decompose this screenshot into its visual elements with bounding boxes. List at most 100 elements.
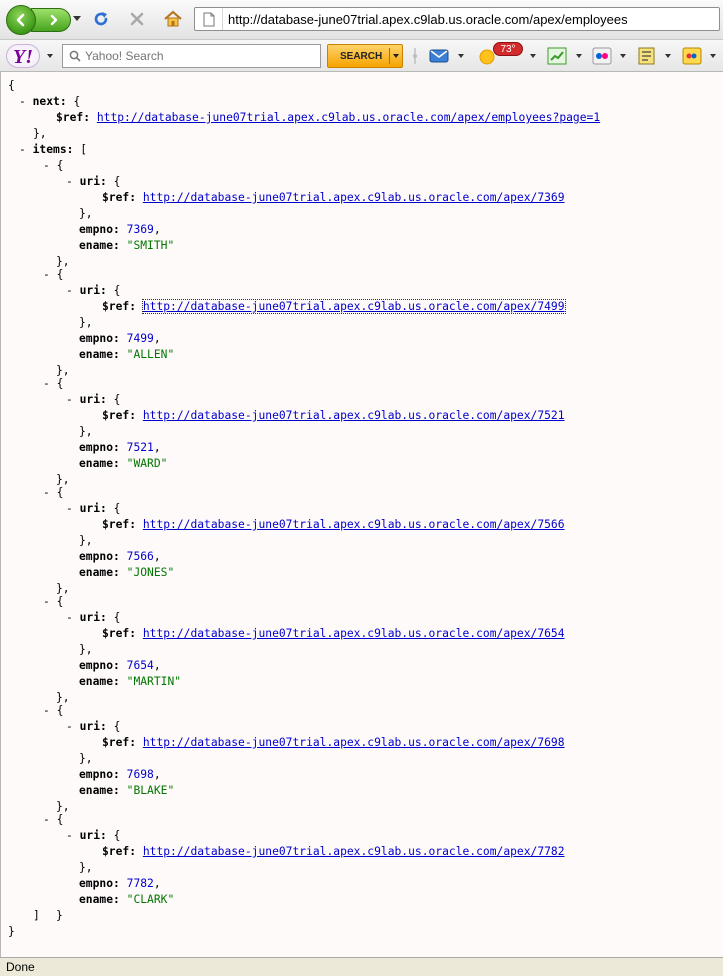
forward-button[interactable] [31,8,71,32]
json-key-ename: ename [79,566,114,579]
json-key-ename: ename [79,784,114,797]
employee-uri-link[interactable]: http://database-june07trial.apex.c9lab.u… [143,627,565,640]
json-key-empno: empno [79,332,114,345]
json-item-line: empno: 7566, [79,550,161,563]
empno-value: 7566 [126,550,154,563]
employee-uri-link[interactable]: http://database-june07trial.apex.c9lab.u… [141,299,566,314]
json-item-line: ename: "MARTIN" [79,675,182,688]
answers-dropdown[interactable] [665,54,671,58]
json-item-line: - uri: { [66,611,121,624]
next-page-link[interactable]: http://database-june07trial.apex.c9lab.u… [97,111,600,124]
search-icon [69,50,81,62]
employee-uri-link[interactable]: http://database-june07trial.apex.c9lab.u… [143,518,565,531]
json-next-ref-row: $ref: http://database-june07trial.apex.c… [56,111,601,124]
collapse-toggle[interactable]: - [66,175,73,188]
flickr-dropdown[interactable] [620,54,626,58]
yahoo-search-button[interactable]: SEARCH [327,44,403,68]
json-item-line: - { [43,704,64,717]
json-key-ref: $ref [102,627,130,640]
json-items-row: - items: [ [19,143,88,156]
collapse-toggle[interactable]: - [66,720,73,733]
json-item-line: ename: "ALLEN" [79,348,175,361]
home-icon [164,10,182,27]
json-item-line: - { [43,813,64,826]
collapse-toggle[interactable]: - [43,159,50,172]
finance-dropdown[interactable] [576,54,582,58]
json-key-empno: empno [79,550,114,563]
address-bar[interactable]: http://database-june07trial.apex.c9lab.u… [194,7,720,31]
collapse-toggle[interactable]: - [66,502,73,515]
json-items-close: ] [33,909,40,922]
json-item-line: ename: "SMITH" [79,239,175,252]
employee-uri-link[interactable]: http://database-june07trial.apex.c9lab.u… [143,845,565,858]
search-options-dropdown[interactable] [393,54,399,58]
ename-value: "BLAKE" [126,784,175,797]
ebay-button[interactable] [681,45,703,67]
collapse-toggle[interactable]: - [19,95,26,108]
stop-button[interactable] [126,8,148,30]
employee-uri-link[interactable]: http://database-june07trial.apex.c9lab.u… [143,736,565,749]
json-item-line: - uri: { [66,393,121,406]
yahoo-menu-dropdown[interactable] [47,54,53,58]
reload-button[interactable] [90,8,112,30]
employee-uri-link[interactable]: http://database-june07trial.apex.c9lab.u… [143,191,565,204]
collapse-toggle[interactable]: - [43,486,50,499]
yahoo-toolbar: Y! SEARCH 73° [0,40,723,72]
json-key-ename: ename [79,348,114,361]
back-button[interactable] [6,5,36,35]
json-key-ename: ename [79,893,114,906]
json-item-line: ename: "CLARK" [79,893,175,906]
json-key-uri: uri [79,175,101,188]
collapse-toggle[interactable]: - [43,813,50,826]
collapse-toggle[interactable]: - [66,284,73,297]
history-dropdown[interactable] [72,14,82,24]
collapse-toggle[interactable]: - [66,829,73,842]
json-key-uri: uri [79,611,101,624]
json-key-uri: uri [79,502,101,515]
empno-value: 7521 [126,441,154,454]
json-item-line: }, [79,207,93,220]
yahoo-logo-icon[interactable]: Y! [6,44,40,68]
employee-uri-link[interactable]: http://database-june07trial.apex.c9lab.u… [143,409,565,422]
json-brace-close: } [8,925,15,938]
ename-value: "WARD" [126,457,168,470]
ename-value: "MARTIN" [126,675,182,688]
ebay-dropdown[interactable] [710,54,716,58]
weather-dropdown[interactable] [530,54,536,58]
json-key-empno: empno [79,441,114,454]
yahoo-search-input[interactable] [81,48,311,64]
home-button[interactable] [162,8,184,30]
weather-temperature-badge: 73° [493,42,523,56]
collapse-toggle[interactable]: - [66,611,73,624]
collapse-toggle[interactable]: - [43,704,50,717]
json-item-line: empno: 7782, [79,877,161,890]
collapse-toggle[interactable]: - [43,268,50,281]
collapse-toggle[interactable]: - [66,393,73,406]
json-key-uri: uri [79,720,101,733]
json-next-row: - next: { [19,95,81,108]
json-item-line: $ref: http://database-june07trial.apex.c… [102,409,565,422]
finance-button[interactable] [546,45,568,67]
search-button-label: SEARCH [340,50,383,62]
yahoo-search-box[interactable] [62,44,321,68]
json-item-line: }, [79,316,93,329]
json-item-line: ename: "BLAKE" [79,784,175,797]
ename-value: "CLARK" [126,893,175,906]
mail-dropdown[interactable] [458,54,464,58]
notepad-icon [638,47,655,65]
forward-arrow-icon [50,14,58,26]
collapse-toggle[interactable]: - [19,143,26,156]
finance-chart-icon [547,47,567,65]
collapse-toggle[interactable]: - [43,595,50,608]
answers-button[interactable] [636,45,658,67]
json-key-uri: uri [79,829,101,842]
collapse-toggle[interactable]: - [43,377,50,390]
json-item-line: - { [43,159,64,172]
json-key-items: items [32,143,67,156]
url-text[interactable]: http://database-june07trial.apex.c9lab.u… [228,12,628,27]
mail-button[interactable] [428,45,450,67]
back-arrow-icon [16,13,25,27]
json-item-line: empno: 7521, [79,441,161,454]
ename-value: "ALLEN" [126,348,175,361]
flickr-button[interactable] [591,45,613,67]
